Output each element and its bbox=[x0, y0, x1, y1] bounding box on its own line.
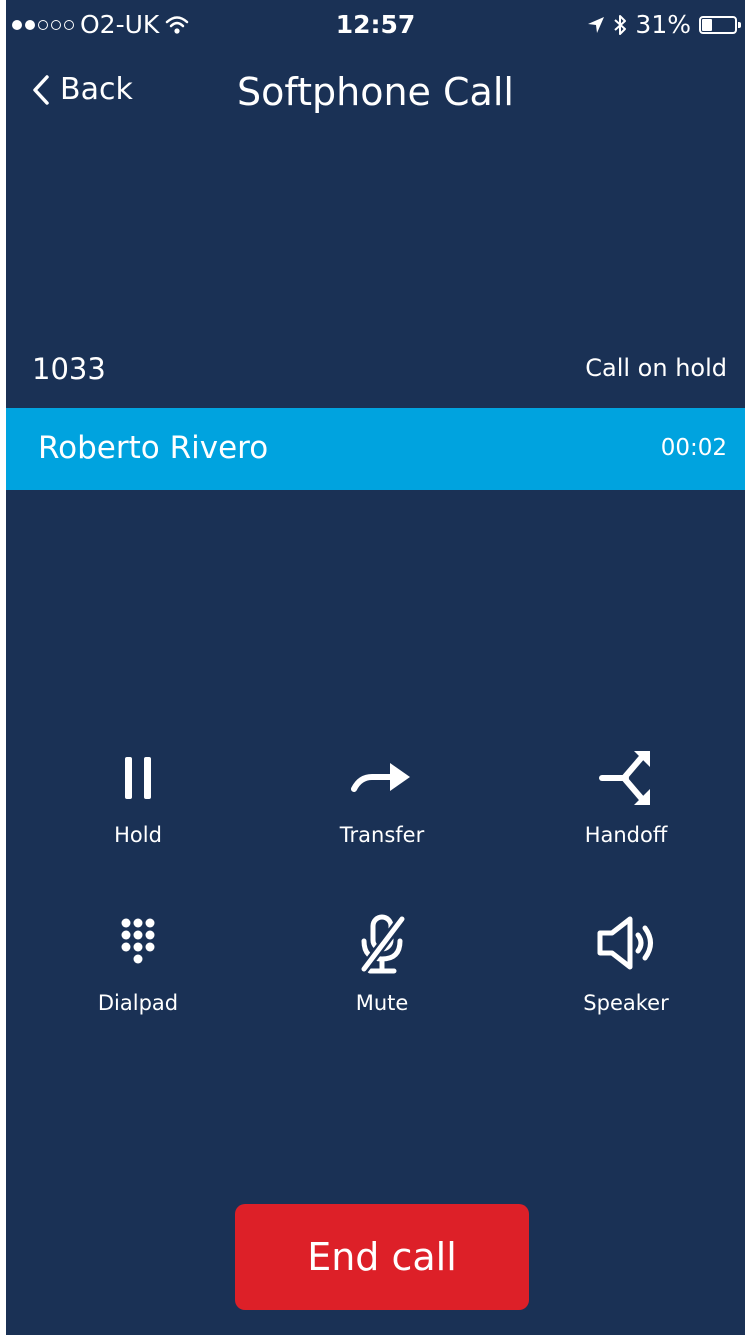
status-bar: O2-UK 12:57 31% bbox=[6, 0, 745, 52]
status-right: 31% bbox=[587, 10, 741, 39]
end-call-button[interactable]: End call bbox=[235, 1204, 529, 1310]
active-call-name: Roberto Rivero bbox=[38, 430, 269, 466]
pause-icon bbox=[125, 757, 151, 799]
softphone-screen: O2-UK 12:57 31% Back Softphone Call 1033… bbox=[6, 0, 745, 1335]
page-title: Softphone Call bbox=[237, 70, 514, 114]
bluetooth-icon bbox=[614, 14, 627, 35]
active-call-duration: 00:02 bbox=[660, 435, 727, 461]
battery-percent: 31% bbox=[635, 10, 691, 39]
mic-off-icon bbox=[360, 914, 406, 974]
dialpad-button[interactable]: Dialpad bbox=[38, 913, 238, 1043]
transfer-label: Transfer bbox=[339, 823, 425, 847]
held-call-row[interactable]: 1033 Call on hold bbox=[6, 338, 745, 400]
hold-label: Hold bbox=[114, 823, 162, 847]
transfer-button[interactable]: Transfer bbox=[282, 745, 482, 875]
arrow-right-icon bbox=[351, 763, 410, 792]
speaker-label: Speaker bbox=[583, 991, 669, 1015]
active-call-row[interactable]: Roberto Rivero 00:02 bbox=[6, 408, 745, 490]
handoff-label: Handoff bbox=[584, 823, 668, 847]
held-call-number: 1033 bbox=[32, 352, 106, 386]
dialpad-icon bbox=[121, 918, 155, 964]
battery-fill bbox=[702, 18, 712, 31]
held-call-status: Call on hold bbox=[585, 354, 727, 382]
mute-button[interactable]: Mute bbox=[282, 913, 482, 1043]
handoff-button[interactable]: Handoff bbox=[526, 745, 726, 875]
mute-label: Mute bbox=[355, 991, 409, 1015]
hold-button[interactable]: Hold bbox=[38, 745, 238, 875]
dialpad-label: Dialpad bbox=[97, 991, 179, 1015]
nav-bar: Back Softphone Call bbox=[6, 58, 745, 128]
speaker-button[interactable]: Speaker bbox=[526, 913, 726, 1043]
location-icon bbox=[588, 16, 605, 33]
battery-icon bbox=[699, 15, 741, 34]
handoff-icon bbox=[599, 751, 650, 805]
speaker-icon bbox=[597, 916, 653, 970]
